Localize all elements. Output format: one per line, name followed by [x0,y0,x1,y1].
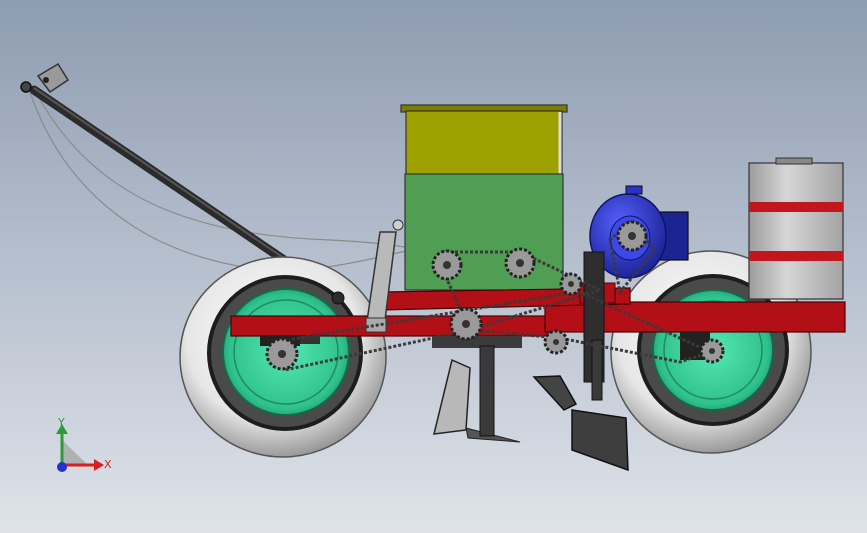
furrow-opener[interactable] [433,345,521,443]
seed-hopper[interactable] [400,104,568,291]
x-axis-label: X [104,458,112,471]
sprocket-front-wheel[interactable] [699,338,725,364]
y-axis-label: Y [57,416,65,429]
triad-plane [62,440,88,465]
seed-tube-shoe[interactable] [532,375,629,472]
depth-adjust-strut[interactable] [365,219,404,333]
sprocket-rear-wheel[interactable] [265,337,299,371]
sprocket-motor[interactable] [616,220,648,252]
x-axis-head [94,459,104,471]
planter-assembly-model[interactable]: Y X [0,0,867,533]
control-cables [29,91,431,271]
sprocket-lower[interactable] [543,329,569,355]
tank[interactable] [748,157,844,300]
sprocket-hopper-left[interactable] [431,249,463,281]
cad-viewport[interactable]: Y X [0,0,867,533]
z-axis-dot [57,462,67,472]
hitch-bracket[interactable] [20,62,70,94]
sprocket-center[interactable] [449,307,483,341]
axis-triad: Y X [56,416,112,472]
sprocket-idler[interactable] [559,272,583,296]
motor-mount-post[interactable] [583,251,605,401]
sprocket-hopper-right[interactable] [504,247,536,279]
drawbar-pin [331,291,345,305]
